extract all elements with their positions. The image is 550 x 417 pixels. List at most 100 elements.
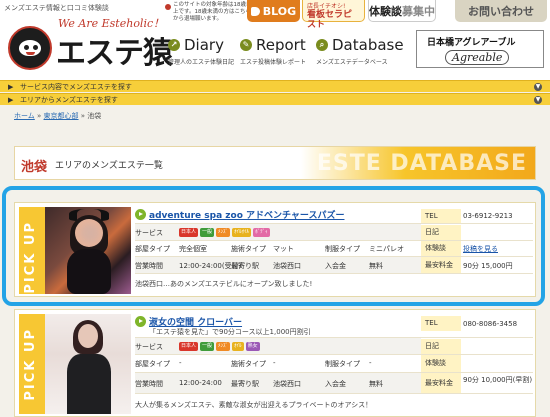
- tag-badge: ﾒﾝｽﾞ: [216, 342, 231, 351]
- uniform-type-value: ミニパレオ: [369, 245, 404, 253]
- admission-label: 入会金: [325, 262, 346, 270]
- breadcrumb-current: 池袋: [87, 112, 102, 120]
- shop-note: 池袋西口…あのメンズエステビルにオープン致しました!: [135, 280, 313, 288]
- search-by-service-bar[interactable]: ▶ サービス内容でメンズエステを探す ▼: [0, 80, 550, 92]
- nav-diary[interactable]: ↗ Diary 管理人のエステ体験日記: [168, 36, 238, 70]
- tag-badge: 日本人: [179, 228, 199, 237]
- review-link[interactable]: 投稿を見る: [463, 244, 533, 254]
- tag-badge: ﾎﾞﾃﾞｨ: [253, 228, 270, 237]
- review-submission-button[interactable]: 体験談 募集中: [368, 0, 436, 22]
- nav-database-sub: メンズエステデータベース: [316, 59, 388, 66]
- service-label: サービス: [135, 343, 163, 351]
- chevron-down-icon[interactable]: ▼: [534, 96, 542, 104]
- arrow-right-icon: ▶: [8, 83, 14, 91]
- play-icon: [135, 316, 146, 327]
- nav-report-sub: エステ投稿体験レポート: [240, 59, 307, 66]
- uniform-type-label: 制服タイプ: [325, 245, 360, 253]
- section-bg-word: ESTE DATABASE: [316, 151, 527, 176]
- pickup-label: PICK UP: [23, 221, 38, 294]
- tag-badge: ｵｲﾙ: [232, 342, 244, 351]
- breadcrumb-region[interactable]: 東京都心部: [44, 112, 79, 120]
- min-fee-value: 90分 15,000円: [463, 262, 513, 270]
- facility-type-label: 施術タイプ: [231, 360, 266, 368]
- nav-database-label: Database: [332, 36, 404, 54]
- review-label: 体験談: [421, 241, 461, 256]
- room-type-label: 部屋タイプ: [135, 245, 170, 253]
- diary-label: 日記: [421, 339, 461, 354]
- room-type-value: 完全個室: [179, 245, 207, 253]
- admission-value: 無料: [369, 380, 383, 388]
- service-tags: 日本人 一般 ﾒﾝｽﾞ ｵｲﾙ 熟女: [179, 342, 260, 351]
- breadcrumb-home[interactable]: ホーム: [14, 112, 35, 120]
- featured-therapist-button[interactable]: 店長イチオシ! 看板セラピスト: [302, 0, 365, 30]
- tag-badge: ﾒﾝｽﾞ: [216, 228, 231, 237]
- pickup-ribbon: PICK UP: [19, 207, 45, 294]
- search-by-area-label: エリアからメンズエステを探す: [20, 96, 118, 104]
- facility-type-value: -: [273, 359, 276, 367]
- uniform-type-label: 制服タイプ: [325, 360, 360, 368]
- breadcrumb-separator: »: [78, 112, 88, 120]
- therapist-small-label: 店長イチオシ!: [307, 3, 346, 10]
- shop-ad-banner[interactable]: 日本橋アグレアーブル Agreable: [416, 30, 544, 68]
- age-warning-icon: [165, 4, 171, 10]
- tag-icon: [250, 6, 260, 16]
- facility-type-label: 施術タイプ: [231, 245, 266, 253]
- site-tagline: メンズエステ情報と口コミ体験談: [4, 4, 109, 12]
- site-logo[interactable]: エステ猿: [56, 28, 173, 72]
- station-value: 池袋西口: [273, 262, 301, 270]
- service-tags: 日本人 一般 ﾒﾝｽﾞ ｵｲﾙｵｲﾙ ﾎﾞﾃﾞｨ: [179, 228, 270, 237]
- blog-button[interactable]: BLOG: [247, 0, 300, 22]
- age-notice: このサイトの対象年齢は18歳以上です。18歳未満の方はこちらから退場願います。: [173, 2, 252, 22]
- admission-label: 入会金: [325, 380, 346, 388]
- review-label: 体験談: [421, 355, 461, 372]
- chevron-down-icon[interactable]: ▼: [534, 83, 542, 91]
- tel-label: TEL: [421, 209, 461, 223]
- breadcrumb-separator: »: [34, 112, 44, 120]
- contact-button-label: お問い合わせ: [468, 5, 534, 18]
- arrow-right-icon: ▶: [8, 96, 14, 104]
- tag-badge: 日本人: [179, 342, 199, 351]
- tag-badge: 一般: [200, 228, 215, 237]
- search-by-area-bar[interactable]: ▶ エリアからメンズエステを探す ▼: [0, 93, 550, 105]
- tel-value[interactable]: 080-8086-3458: [463, 320, 533, 328]
- taiken-muted-label: 募集中: [402, 4, 435, 18]
- admission-value: 無料: [369, 262, 383, 270]
- station-label: 最寄り駅: [231, 262, 259, 270]
- nav-report-label: Report: [256, 36, 306, 54]
- min-fee-label: 最安料金: [421, 257, 461, 273]
- tag-badge: ｵｲﾙｵｲﾙ: [232, 228, 252, 237]
- tel-label: TEL: [421, 316, 461, 331]
- shop-name-link[interactable]: adventure spa zoo アドベンチャースパズー: [149, 208, 344, 221]
- shop-photo[interactable]: [45, 207, 131, 294]
- station-value: 池袋西口: [273, 380, 301, 388]
- station-label: 最寄り駅: [231, 380, 259, 388]
- min-fee-value: 90分 10,000円(早割): [463, 376, 533, 384]
- nav-diary-sub: 管理人のエステ体験日記: [168, 59, 235, 66]
- nav-report[interactable]: ✎ Report エステ投稿体験レポート: [240, 36, 314, 70]
- section-title: 池袋 エリアのメンズエステ一覧 ESTE DATABASE: [14, 146, 536, 180]
- tag-badge: 熟女: [245, 342, 260, 351]
- service-label: サービス: [135, 229, 163, 237]
- contact-button[interactable]: お問い合わせ: [455, 0, 547, 22]
- search-by-service-label: サービス内容でメンズエステを探す: [20, 83, 132, 91]
- taiken-main-label: 体験談: [369, 4, 402, 18]
- report-icon: ✎: [240, 39, 252, 51]
- diary-icon: ↗: [168, 39, 180, 51]
- pickup-label: PICK UP: [23, 328, 38, 401]
- uniform-type-value: -: [369, 359, 372, 367]
- facility-type-value: マット: [273, 245, 294, 253]
- banner-line2: Agreable: [445, 50, 510, 65]
- monkey-logo-icon[interactable]: [8, 26, 52, 70]
- database-icon: ⌕: [316, 39, 328, 51]
- nav-diary-label: Diary: [184, 36, 224, 54]
- hours-value: 12:00-24:00: [179, 379, 222, 387]
- play-icon: [135, 209, 146, 220]
- room-type-value: -: [179, 359, 182, 367]
- pickup-ribbon: PICK UP: [19, 314, 45, 414]
- tel-value[interactable]: 03-6912-9213: [463, 212, 533, 220]
- shop-card: PICK UP adventure spa zoo アドベンチャースパズー サー…: [14, 202, 536, 297]
- nav-database[interactable]: ⌕ Database メンズエステデータベース: [316, 36, 408, 70]
- min-fee-label: 最安料金: [421, 373, 461, 393]
- hours-label: 営業時間: [135, 262, 163, 270]
- shop-photo[interactable]: [45, 314, 131, 414]
